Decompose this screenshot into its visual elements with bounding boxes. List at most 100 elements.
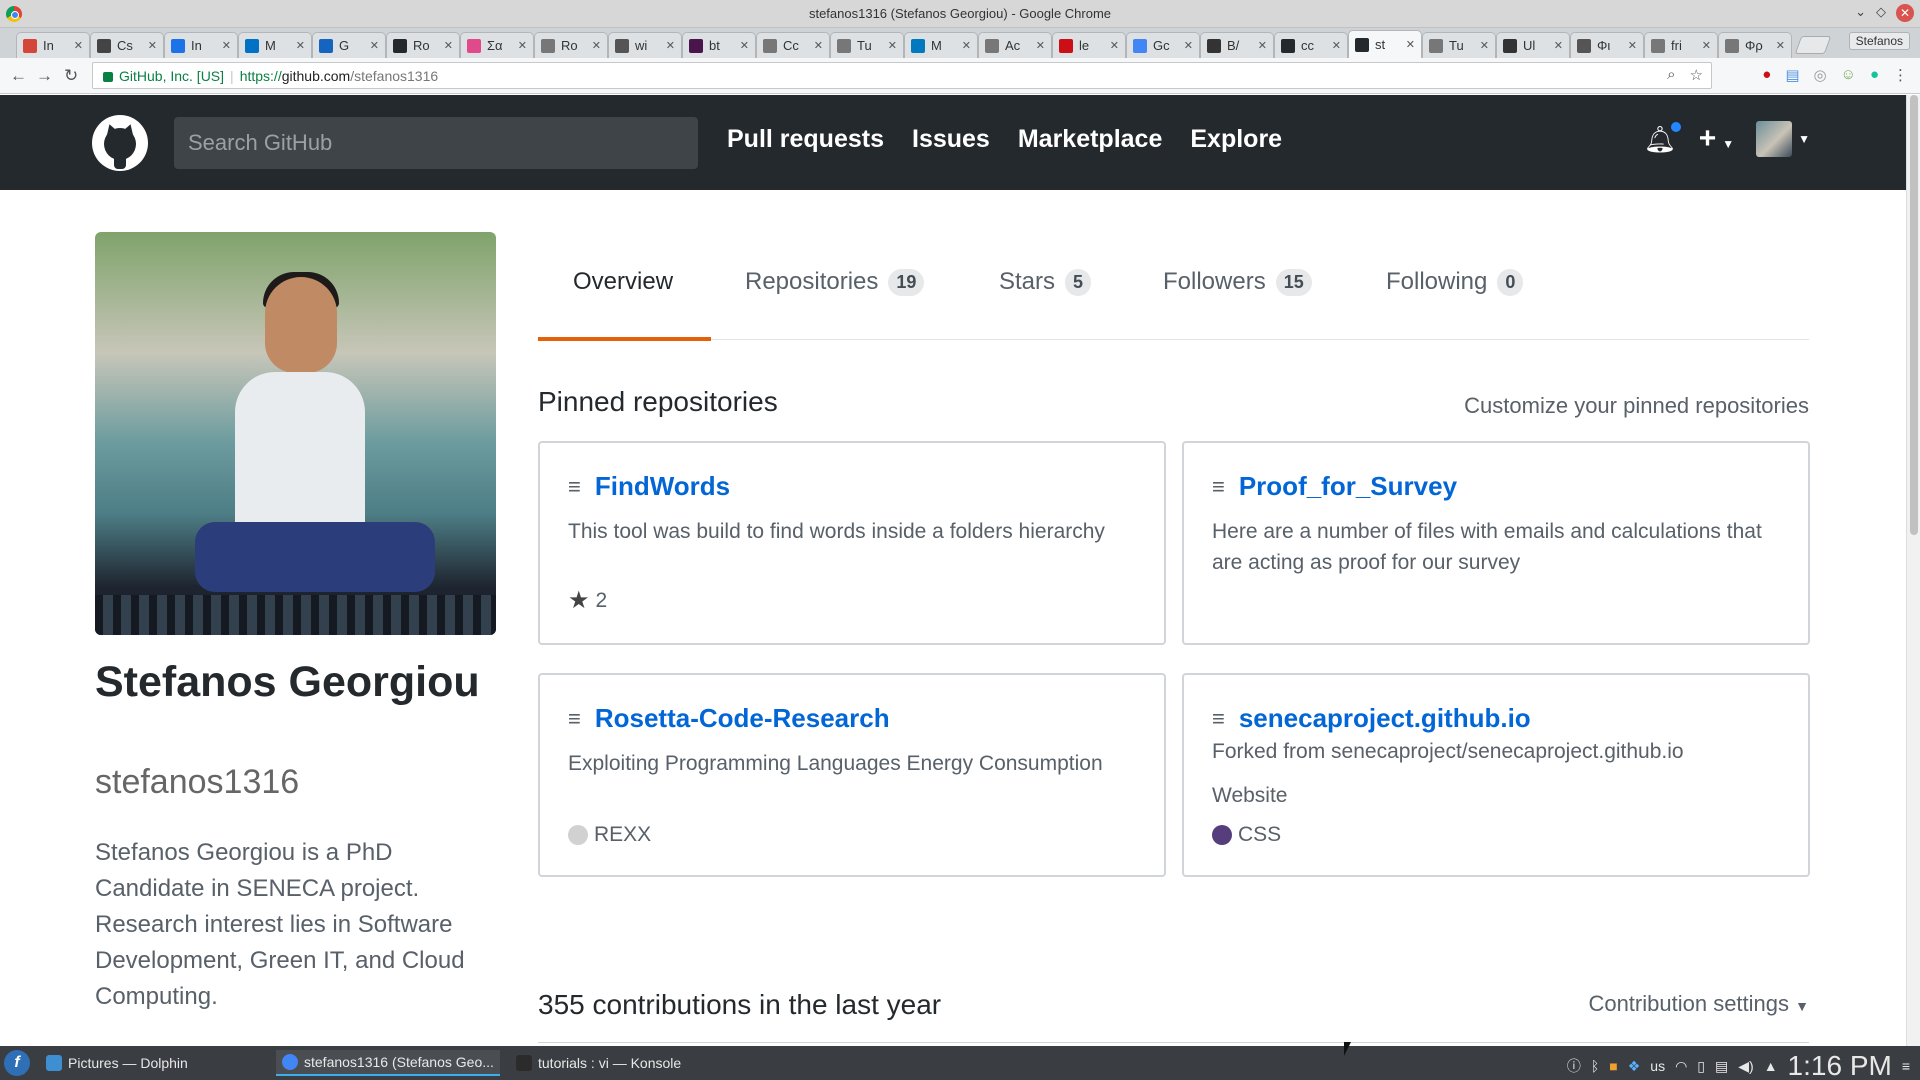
battery-icon[interactable]: ▯ — [1697, 1058, 1705, 1075]
close-tab-icon[interactable]: ✕ — [1036, 39, 1045, 52]
chrome-menu-icon[interactable]: ⋮ — [1893, 66, 1908, 84]
close-tab-icon[interactable]: ✕ — [962, 39, 971, 52]
bluetooth-icon[interactable]: ᛒ — [1591, 1058, 1599, 1074]
close-tab-icon[interactable]: ✕ — [444, 39, 453, 52]
repo-name-link[interactable]: Rosetta-Code-Research — [595, 703, 890, 734]
close-window-icon[interactable]: ✕ — [1896, 4, 1914, 22]
browser-tab[interactable]: Gc ✕ — [1126, 32, 1200, 58]
browser-tab[interactable]: M ✕ — [238, 32, 312, 58]
close-tab-icon[interactable]: ✕ — [1776, 39, 1785, 52]
browser-tab[interactable]: le ✕ — [1052, 32, 1126, 58]
browser-tab[interactable]: In ✕ — [16, 32, 90, 58]
browser-tab[interactable]: Ro ✕ — [534, 32, 608, 58]
close-tab-icon[interactable]: ✕ — [814, 39, 823, 52]
close-tab-icon[interactable]: ✕ — [518, 39, 527, 52]
volume-icon[interactable]: ◀) — [1738, 1058, 1753, 1075]
scrollbar-thumb[interactable] — [1910, 95, 1918, 535]
tab-stars[interactable]: Stars 5 — [999, 268, 1092, 296]
page-scrollbar[interactable] — [1906, 95, 1920, 1046]
close-tab-icon[interactable]: ✕ — [1480, 39, 1489, 52]
close-tab-icon[interactable]: ✕ — [370, 39, 379, 52]
application-launcher-icon[interactable]: f — [4, 1050, 30, 1076]
back-icon[interactable]: ← — [10, 66, 27, 86]
close-tab-icon[interactable]: ✕ — [148, 39, 157, 52]
tray-expand-icon[interactable]: ▲ — [1764, 1058, 1778, 1074]
github-logo-icon[interactable] — [92, 115, 148, 171]
browser-tab[interactable]: Ro ✕ — [386, 32, 460, 58]
tab-following[interactable]: Following 0 — [1386, 268, 1524, 296]
reload-icon[interactable]: ↻ — [64, 66, 78, 86]
close-tab-icon[interactable]: ✕ — [74, 39, 83, 52]
updates-icon[interactable]: ⓘ — [1567, 1056, 1581, 1076]
keyboard-layout[interactable]: us — [1650, 1058, 1665, 1074]
browser-tab[interactable]: Ac ✕ — [978, 32, 1052, 58]
nav-marketplace[interactable]: Marketplace — [1018, 125, 1163, 154]
browser-tab[interactable]: st ✕ — [1348, 30, 1422, 58]
close-tab-icon[interactable]: ✕ — [1702, 39, 1711, 52]
task-dolphin[interactable]: Pictures — Dolphin — [40, 1050, 194, 1076]
browser-tab[interactable]: B/ ✕ — [1200, 32, 1274, 58]
close-tab-icon[interactable]: ✕ — [740, 39, 749, 52]
doc-extension-icon[interactable]: ▤ — [1785, 66, 1799, 84]
notifications-bell-icon[interactable]: 🔔︎ — [1644, 119, 1683, 155]
dropbox-icon[interactable]: ❖ — [1628, 1058, 1641, 1075]
browser-tab[interactable]: wi ✕ — [608, 32, 682, 58]
app-tray-icon[interactable]: ■ — [1609, 1058, 1617, 1074]
minimize-icon[interactable]: ⌄ — [1855, 4, 1866, 22]
close-tab-icon[interactable]: ✕ — [666, 39, 675, 52]
close-tab-icon[interactable]: ✕ — [1628, 39, 1637, 52]
search-input[interactable]: Search GitHub — [174, 117, 698, 169]
repo-stars[interactable]: ★ 2 — [568, 586, 607, 615]
browser-tab[interactable]: In ✕ — [164, 32, 238, 58]
nav-issues[interactable]: Issues — [912, 125, 990, 154]
task-konsole[interactable]: tutorials : vi — Konsole — [510, 1050, 687, 1076]
bookmark-star-icon[interactable]: ☆ — [1690, 66, 1703, 84]
browser-tab[interactable]: Σα ✕ — [460, 32, 534, 58]
browser-tab[interactable]: fri ✕ — [1644, 32, 1718, 58]
profile-switcher[interactable]: Stefanos — [1848, 32, 1910, 50]
grammarly-extension-icon[interactable]: ● — [1870, 66, 1879, 84]
close-tab-icon[interactable]: ✕ — [592, 39, 601, 52]
tab-repositories[interactable]: Repositories 19 — [745, 268, 925, 296]
clock[interactable]: 1:16 PM — [1788, 1050, 1892, 1080]
clipboard-icon[interactable]: ▤ — [1715, 1058, 1728, 1075]
maximize-icon[interactable]: ◇ — [1876, 4, 1886, 22]
address-bar[interactable]: GitHub, Inc. [US] | https:// github.com … — [92, 62, 1712, 89]
browser-tab[interactable]: G ✕ — [312, 32, 386, 58]
browser-tab[interactable]: Cc ✕ — [756, 32, 830, 58]
task-chrome[interactable]: stefanos1316 (Stefanos Geo... — [276, 1050, 500, 1076]
close-tab-icon[interactable]: ✕ — [1110, 39, 1119, 52]
sync-extension-icon[interactable]: ◎ — [1814, 66, 1827, 84]
browser-tab[interactable]: Tu ✕ — [1422, 32, 1496, 58]
user-menu-button[interactable]: ▼ — [1756, 121, 1810, 157]
forward-icon[interactable]: → — [36, 66, 53, 86]
browser-tab[interactable]: Φρ ✕ — [1718, 32, 1792, 58]
browser-tab[interactable]: Tu ✕ — [830, 32, 904, 58]
tab-followers[interactable]: Followers 15 — [1163, 268, 1312, 296]
contribution-settings-dropdown[interactable]: Contribution settings ▼ — [1588, 991, 1809, 1017]
browser-tab[interactable]: Cs ✕ — [90, 32, 164, 58]
browser-tab[interactable]: cc ✕ — [1274, 32, 1348, 58]
browser-tab[interactable]: M ✕ — [904, 32, 978, 58]
close-tab-icon[interactable]: ✕ — [222, 39, 231, 52]
wifi-icon[interactable]: ◠ — [1675, 1058, 1687, 1075]
new-tab-button[interactable] — [1794, 36, 1832, 54]
close-tab-icon[interactable]: ✕ — [1332, 39, 1341, 52]
nav-explore[interactable]: Explore — [1190, 125, 1282, 154]
repo-name-link[interactable]: Proof_for_Survey — [1239, 471, 1457, 502]
browser-tab[interactable]: bt ✕ — [682, 32, 756, 58]
create-new-button[interactable]: + ▼ — [1699, 122, 1734, 156]
browser-tab[interactable]: Φι ✕ — [1570, 32, 1644, 58]
nav-pull-requests[interactable]: Pull requests — [727, 125, 884, 154]
browser-tab[interactable]: Ul ✕ — [1496, 32, 1570, 58]
customize-pinned-link[interactable]: Customize your pinned repositories — [1464, 393, 1809, 419]
close-tab-icon[interactable]: ✕ — [888, 39, 897, 52]
close-tab-icon[interactable]: ✕ — [1554, 39, 1563, 52]
close-tab-icon[interactable]: ✕ — [1406, 38, 1415, 51]
repo-name-link[interactable]: senecaproject.github.io — [1239, 703, 1531, 734]
menu-icon[interactable]: ≡ — [1902, 1058, 1910, 1074]
close-tab-icon[interactable]: ✕ — [296, 39, 305, 52]
ghost-extension-icon[interactable]: ☺ — [1841, 66, 1856, 84]
repo-name-link[interactable]: FindWords — [595, 471, 730, 502]
zoom-icon[interactable]: ⌕ — [1667, 66, 1675, 84]
